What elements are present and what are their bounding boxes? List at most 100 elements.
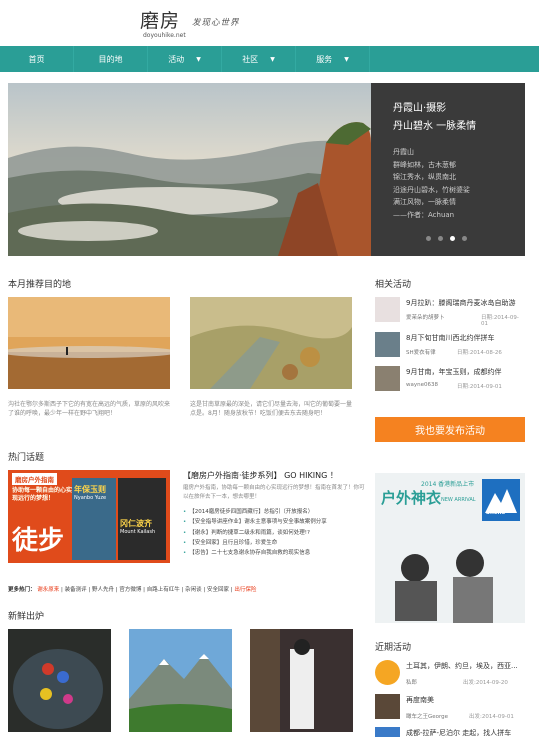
hero-caption-panel: 丹霞山·摄影 丹山碧水 一脉柔情 丹霞山 群峰如林，古木葱郁 锦江秀水，纵贯南北… — [371, 83, 525, 256]
related-title[interactable]: 9月拉趴：滕阁瑞商丹麦冰岛自助游 — [406, 298, 515, 308]
hot-list: 【2014磨房徒步四国西藏行】总指引（开放报名） 【安全指导讲座作业】谢永主意事… — [183, 507, 368, 558]
hot-img-sub: 协助每一颗自由的心实现远行的梦想！ — [12, 487, 73, 502]
recent-thumb — [375, 660, 400, 685]
related-author: wayne0638 — [406, 382, 438, 388]
recent-thumb — [375, 694, 400, 719]
carousel-dot[interactable] — [462, 236, 467, 241]
related-title[interactable]: 8月下旬甘南川西北约伴拼车 — [406, 333, 494, 343]
site-logo[interactable]: 磨房 doyouhike.net 发现心世界 — [140, 6, 260, 40]
chevron-down-icon: ▼ — [270, 55, 275, 63]
hot-list-item[interactable]: 【安全指导讲座作业】谢永主意事项与安全事故案例分享 — [183, 517, 368, 527]
logo-domain: doyouhike.net — [143, 32, 186, 39]
hot-title[interactable]: 【磨房户外指南·徒步系列】 GO HIKING ！ — [183, 470, 368, 481]
more-link[interactable]: 出行保险 — [234, 587, 256, 593]
more-hot-links: 更多热门： 谢永原来 | 装备测评 | 野人先舟 | 官方微博 | 自路上有红牛… — [8, 587, 257, 593]
more-link[interactable]: 谢永原来 — [37, 587, 59, 593]
hot-list-item[interactable]: 【谢永】判断的捷草二级永和雨篇，谈如何处理!? — [183, 528, 368, 538]
recent-item[interactable]: 成都-拉萨-尼泊尔 走起，找人拼车 — [375, 727, 525, 737]
hot-list-item[interactable]: 【忠告】二十七支急谢永协存自我自救的现实信息 — [183, 548, 368, 558]
recent-item[interactable]: 土耳其，伊朗、约旦，埃及，西亚... 私郎 出发:2014-09-20 — [375, 660, 525, 690]
recommend-caption-1: 沟社在鄂尔多斯西子下它的有宽在高远的气质，草原的风吹来了谁的呼唤，最少年一样在野… — [8, 401, 171, 417]
more-link[interactable]: 安全回家 — [207, 587, 229, 593]
recommend-image-1[interactable] — [8, 297, 170, 389]
nav-item-destinations[interactable]: 目的地 — [74, 46, 148, 72]
fresh-image-3[interactable] — [250, 629, 353, 732]
recommend-heading: 本月推荐目的地 — [8, 280, 72, 290]
chevron-down-icon: ▼ — [344, 55, 349, 63]
recent-date: 出发:2014-09-01 — [469, 714, 514, 720]
ad-en: NEW ARRIVAL — [441, 497, 476, 503]
more-link[interactable]: 自路上有红牛 — [147, 587, 180, 593]
fresh-heading: 新鲜出炉 — [8, 612, 45, 622]
hero-title: 丹霞山·摄影 — [393, 103, 447, 114]
related-date: 日期:2014-09-01 — [457, 384, 502, 390]
related-heading: 相关活动 — [375, 280, 412, 290]
related-item[interactable]: 9月拉趴：滕阁瑞商丹麦冰岛自助游 爱茉朵的胡萝卜 日期:2014-09-01 — [375, 297, 525, 327]
recent-thumb — [375, 727, 400, 737]
hot-heading: 热门话题 — [8, 453, 45, 463]
related-author: SH爱衣有律 — [406, 350, 436, 356]
related-thumb — [375, 332, 400, 357]
more-link[interactable]: 官方微博 — [119, 587, 141, 593]
hot-list-item[interactable]: 【安全回家】且行且珍惜，珍爱生命 — [183, 538, 368, 548]
carousel-dot-active[interactable] — [450, 236, 455, 241]
related-author: 爱茉朵的胡萝卜 — [406, 315, 445, 321]
fresh-image-2[interactable] — [129, 629, 232, 732]
nav-item-services[interactable]: 服务 ▼ — [296, 46, 370, 72]
more-label: 更多热门： — [8, 587, 36, 593]
related-date: 日期:2014-08-26 — [457, 350, 502, 356]
hero-line: 沿途丹山碧水，竹树婆娑 — [393, 185, 470, 194]
recent-title[interactable]: 土耳其，伊朗、约旦，埃及，西亚... — [406, 661, 518, 671]
related-thumb — [375, 366, 400, 391]
nav-item-home[interactable]: 首页 — [0, 46, 74, 72]
hero-line: 丹霞山 — [393, 148, 414, 156]
related-title[interactable]: 9月甘南，年宝玉则，成都约伴 — [406, 367, 501, 377]
nav-item-community[interactable]: 社区 ▼ — [222, 46, 296, 72]
publish-activity-button[interactable]: 我也要发布活动 — [375, 417, 525, 442]
carousel-dots — [426, 236, 467, 241]
nav-item-activities[interactable]: 活动 ▼ — [148, 46, 222, 72]
hot-desc: 磨房户外指南，协助每一颗自由的心实现远行的梦想！指南在首发了！你可以在旅伴去下一… — [183, 485, 365, 500]
carousel-dot[interactable] — [426, 236, 431, 241]
hot-topic-details: 【磨房户外指南·徒步系列】 GO HIKING ！ 磨房户外指南，协助每一颗自由… — [183, 470, 368, 558]
hero-subtitle: 丹山碧水 一脉柔情 — [393, 121, 477, 132]
related-thumb — [375, 297, 400, 322]
recommend-caption-2: 这是甘南草原最的深处，请它们尽量去海，叫它的葡萄要一量点是。8月！随身放秋节！吃… — [190, 401, 353, 417]
recommend-image-2[interactable] — [190, 297, 352, 389]
related-date: 日期:2014-09-01 — [481, 315, 519, 327]
recent-date: 出发:2014-09-20 — [463, 680, 508, 686]
recent-item[interactable]: 再度南美 瞰车之王George 出发:2014-09-01 — [375, 694, 525, 724]
related-item[interactable]: 8月下旬甘南川西北约伴拼车 SH爱衣有律 日期:2014-08-26 — [375, 332, 525, 360]
hot-list-item[interactable]: 【2014磨房徒步四国西藏行】总指引（开放报名） — [183, 507, 368, 517]
recent-author: 私郎 — [406, 680, 418, 686]
recent-title[interactable]: 成都-拉萨-尼泊尔 走起，找人拼车 — [406, 728, 511, 737]
book1-en: Nyanbo Yuze — [74, 495, 107, 501]
more-link[interactable]: 杂闲谈 — [185, 587, 202, 593]
recent-author: 瞰车之王George — [406, 714, 449, 720]
more-link[interactable]: 野人先舟 — [92, 587, 114, 593]
hot-topic-image[interactable]: 磨房户外指南 协助每一颗自由的心实现远行的梦想！ 徒步 年保玉则 Nyanbo … — [8, 470, 170, 563]
ad-brand: Shehe — [486, 510, 506, 516]
ad-banner[interactable]: 户外神衣 2014 香港新品上市 NEW ARRIVAL Shehe — [375, 473, 525, 623]
main-nav: 首页 目的地 活动 ▼ 社区 ▼ 服务 ▼ — [0, 46, 539, 72]
hot-img-big: 徒步 — [12, 526, 65, 556]
hero-line: 满江风物，一脉柔情 — [393, 198, 456, 207]
fresh-image-1[interactable] — [8, 629, 111, 732]
recent-heading: 近期活动 — [375, 643, 412, 653]
recent-title[interactable]: 再度南美 — [406, 695, 434, 705]
hot-img-top: 磨房户外指南 — [12, 473, 57, 485]
more-link[interactable]: 装备测评 — [65, 587, 87, 593]
ad-title: 户外神衣 — [381, 489, 442, 507]
hero-author: ——作者：Achuan — [393, 210, 455, 219]
hero-line: 锦江秀水，纵贯南北 — [393, 173, 456, 182]
chevron-down-icon: ▼ — [196, 55, 201, 63]
carousel-dot[interactable] — [438, 236, 443, 241]
book2-en: Mount Kailash — [120, 529, 156, 535]
logo-slogan: 发现心世界 — [192, 18, 240, 28]
logo-text: 磨房 — [140, 10, 181, 32]
book2-title: 冈仁波齐 — [120, 519, 152, 528]
hero-line: 群峰如林，古木葱郁 — [393, 160, 456, 169]
ad-subtitle: 2014 香港新品上市 — [421, 481, 475, 488]
related-item[interactable]: 9月甘南，年宝玉则，成都约伴 wayne0638 日期:2014-09-01 — [375, 366, 525, 394]
book1-title: 年保玉则 — [74, 485, 106, 494]
